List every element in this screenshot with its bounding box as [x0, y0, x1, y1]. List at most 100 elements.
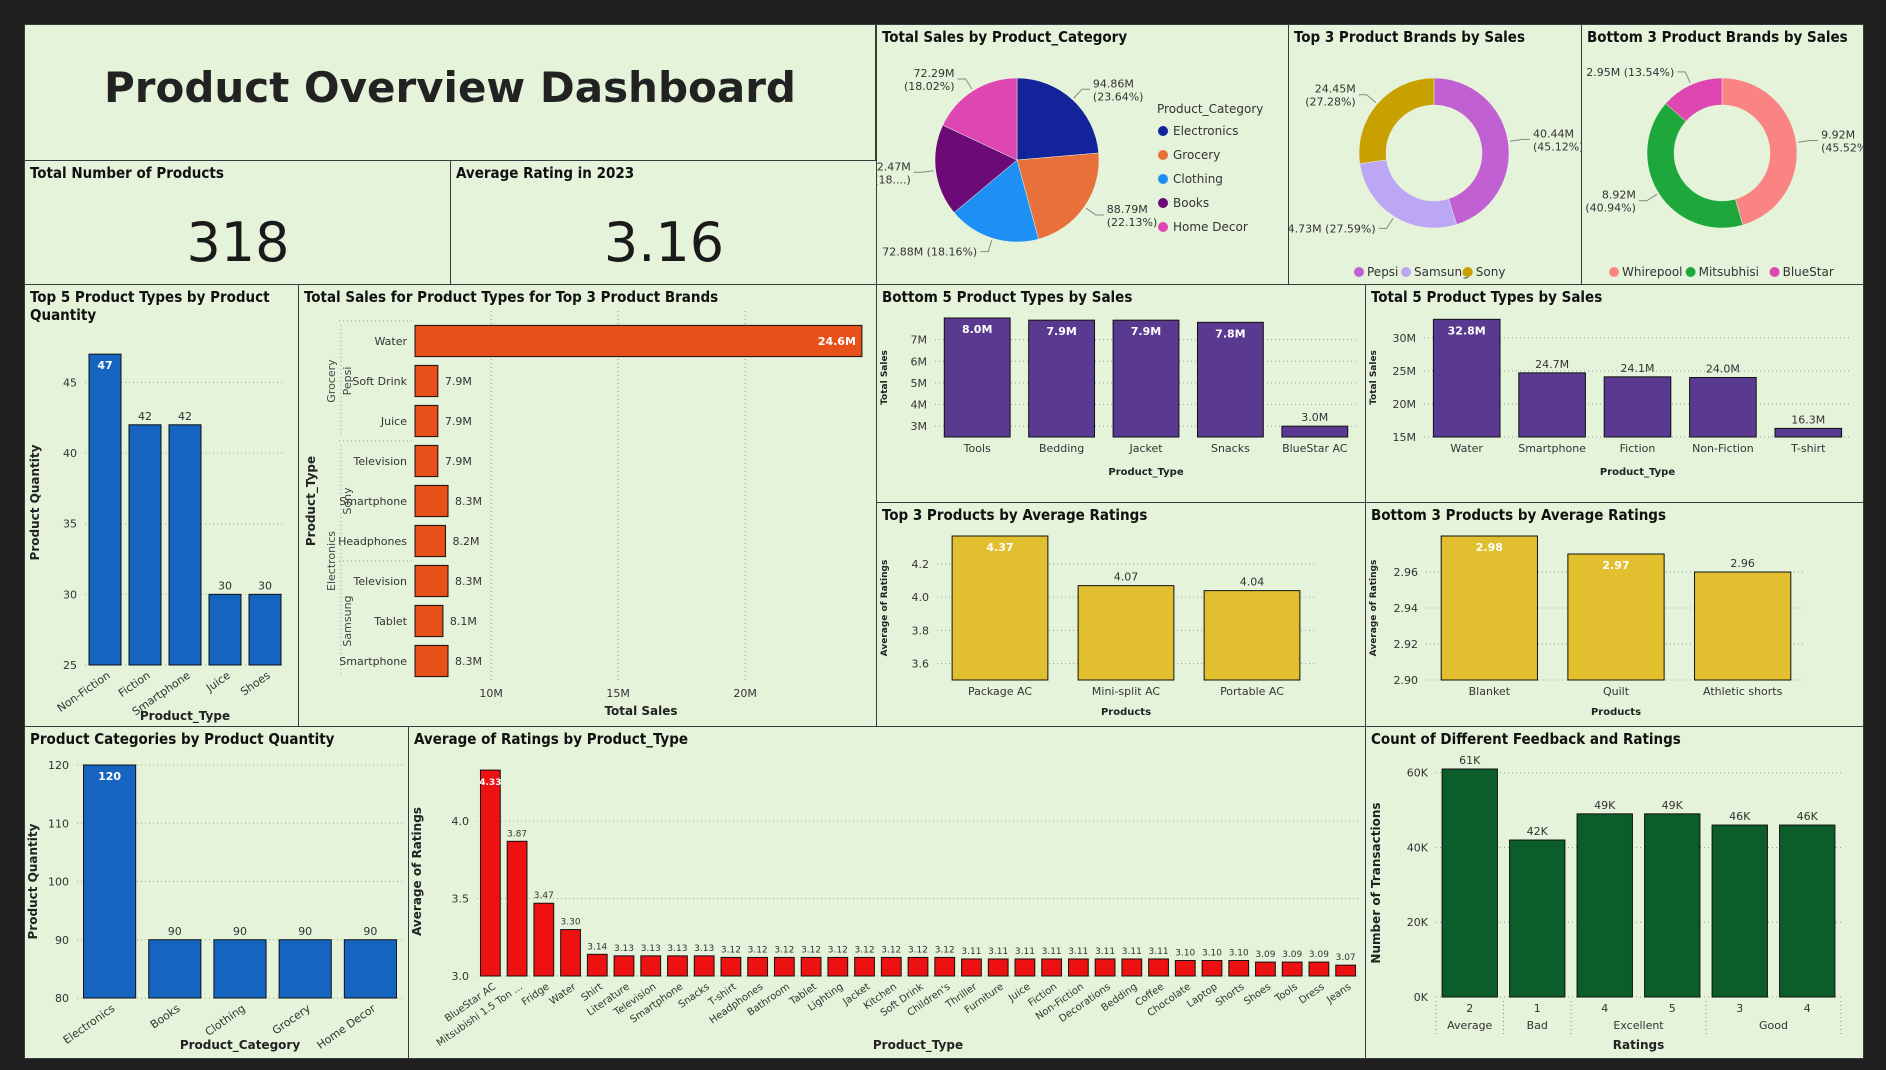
- bar[interactable]: [1774, 427, 1843, 438]
- bar[interactable]: [640, 955, 662, 977]
- bar[interactable]: [613, 955, 635, 977]
- bar[interactable]: [1576, 813, 1633, 998]
- chart-top3-ratings[interactable]: Top 3 Products by Average Ratings 3.6 3.8 4…: [876, 502, 1367, 728]
- bar[interactable]: [1779, 824, 1836, 998]
- bar[interactable]: [414, 524, 446, 558]
- legend-label[interactable]: Grocery: [1173, 148, 1220, 162]
- chart-bottom5-sales[interactable]: Bottom 5 Product Types by Sales 3M 4M 5M 6M 7…: [876, 284, 1367, 504]
- pie-slice[interactable]: [1358, 77, 1435, 164]
- bar[interactable]: [854, 956, 875, 977]
- pie-slice[interactable]: [1016, 77, 1099, 161]
- bar[interactable]: [907, 956, 929, 977]
- bar[interactable]: [414, 564, 449, 598]
- bar[interactable]: [414, 324, 863, 358]
- chart-feedback-ratings[interactable]: Count of Different Feedback and Ratings 0…: [1365, 726, 1864, 1059]
- bar[interactable]: [1228, 960, 1250, 977]
- bar[interactable]: [827, 956, 849, 977]
- bar[interactable]: [934, 956, 956, 977]
- bar[interactable]: [1518, 372, 1586, 438]
- bar[interactable]: [1509, 839, 1566, 998]
- bar[interactable]: [1255, 961, 1276, 977]
- kpi-total-products[interactable]: Total Number of Products 318: [24, 160, 452, 286]
- bar[interactable]: [414, 444, 439, 478]
- bar[interactable]: [1203, 590, 1301, 681]
- chart-category-quantity[interactable]: Product Categories by Product Quantity 80…: [24, 726, 410, 1059]
- chart-top5-sales[interactable]: Total 5 Product Types by Sales 15M 20M 25M 3…: [1365, 284, 1864, 504]
- bar[interactable]: [506, 840, 528, 977]
- pie-slice[interactable]: [1646, 103, 1744, 229]
- bar[interactable]: [1041, 958, 1063, 977]
- bar[interactable]: [560, 929, 581, 977]
- bar[interactable]: [1567, 553, 1665, 681]
- legend-label[interactable]: Electronics: [1173, 124, 1238, 138]
- bar[interactable]: [1281, 961, 1303, 977]
- bar[interactable]: [1014, 958, 1036, 977]
- bar[interactable]: [1711, 824, 1768, 998]
- bar[interactable]: [1335, 964, 1357, 977]
- bar[interactable]: [586, 953, 608, 977]
- bar[interactable]: [1067, 958, 1089, 977]
- legend-label[interactable]: Home Decor: [1173, 220, 1248, 234]
- bar[interactable]: [951, 535, 1049, 681]
- bar[interactable]: [1077, 585, 1175, 681]
- legend-label[interactable]: Sony: [1476, 265, 1506, 279]
- bar[interactable]: [693, 955, 715, 977]
- bar[interactable]: [533, 902, 555, 977]
- bar[interactable]: [414, 644, 449, 678]
- bar[interactable]: [83, 764, 137, 999]
- legend-label[interactable]: BlueStar: [1783, 265, 1834, 279]
- bar[interactable]: [248, 593, 282, 666]
- bar[interactable]: [414, 404, 439, 438]
- bar[interactable]: [128, 424, 162, 666]
- chart-top3-brands[interactable]: Top 3 Product Brands by Sales 40.44M (45.1…: [1288, 24, 1583, 286]
- chart-brand-product-sales[interactable]: Total Sales for Product Types for Top 3 …: [298, 284, 878, 728]
- bar[interactable]: [1440, 535, 1538, 681]
- bar[interactable]: [667, 955, 688, 977]
- bar[interactable]: [343, 939, 397, 999]
- bar[interactable]: [773, 956, 795, 977]
- legend-label[interactable]: Clothing: [1173, 172, 1223, 186]
- bar[interactable]: [168, 424, 202, 666]
- bar[interactable]: [1201, 960, 1223, 977]
- chart-top5-quantity[interactable]: Top 5 Product Types by Product Quantity 2…: [24, 284, 300, 728]
- bar[interactable]: [1281, 425, 1349, 438]
- data-label: 3.11: [1015, 947, 1035, 957]
- bar[interactable]: [88, 353, 122, 666]
- bar[interactable]: [414, 484, 449, 518]
- bar[interactable]: [720, 956, 742, 977]
- chart-sales-by-category[interactable]: Total Sales by Product_Category 94.86M (23…: [876, 24, 1290, 286]
- bar[interactable]: [1603, 376, 1672, 438]
- bar[interactable]: [1308, 961, 1330, 977]
- bar[interactable]: [278, 939, 332, 999]
- bar[interactable]: [1689, 377, 1757, 438]
- bar[interactable]: [880, 956, 902, 977]
- bar[interactable]: [213, 939, 267, 999]
- bar[interactable]: [800, 956, 822, 977]
- bar[interactable]: [747, 956, 769, 977]
- bar[interactable]: [1174, 960, 1196, 977]
- bar[interactable]: [1148, 958, 1169, 977]
- bar[interactable]: [1644, 813, 1701, 998]
- legend-label[interactable]: Samsung: [1414, 265, 1470, 279]
- bar[interactable]: [961, 958, 982, 977]
- chart-bottom3-brands[interactable]: Bottom 3 Product Brands by Sales 9.92M (45…: [1581, 24, 1864, 286]
- chart-bottom3-ratings[interactable]: Bottom 3 Products by Average Ratings 2.90…: [1365, 502, 1864, 728]
- bar[interactable]: [1121, 958, 1143, 977]
- legend-label[interactable]: Mitsubhisi: [1699, 265, 1759, 279]
- bar[interactable]: [479, 769, 501, 977]
- bar[interactable]: [208, 593, 242, 666]
- bar[interactable]: [1441, 768, 1498, 998]
- bar[interactable]: [414, 604, 444, 638]
- legend-label[interactable]: Pepsi: [1367, 265, 1398, 279]
- bar[interactable]: [1094, 958, 1116, 977]
- chart-ratings-by-type[interactable]: Average of Ratings by Product_Type 3.0 3.5…: [408, 726, 1367, 1059]
- bar[interactable]: [987, 958, 1009, 977]
- legend-label[interactable]: Books: [1173, 196, 1209, 210]
- bar[interactable]: [1694, 571, 1792, 681]
- pie-slice[interactable]: [1359, 159, 1457, 229]
- bar[interactable]: [148, 939, 202, 999]
- chart-svg: 94.86M(23.64%) 88.79M(22.13%) 72.88M (18.1…: [877, 67, 1263, 259]
- legend-label[interactable]: Whirepool: [1622, 265, 1683, 279]
- bar[interactable]: [414, 364, 439, 398]
- kpi-avg-rating[interactable]: Average Rating in 2023 3.16: [450, 160, 878, 286]
